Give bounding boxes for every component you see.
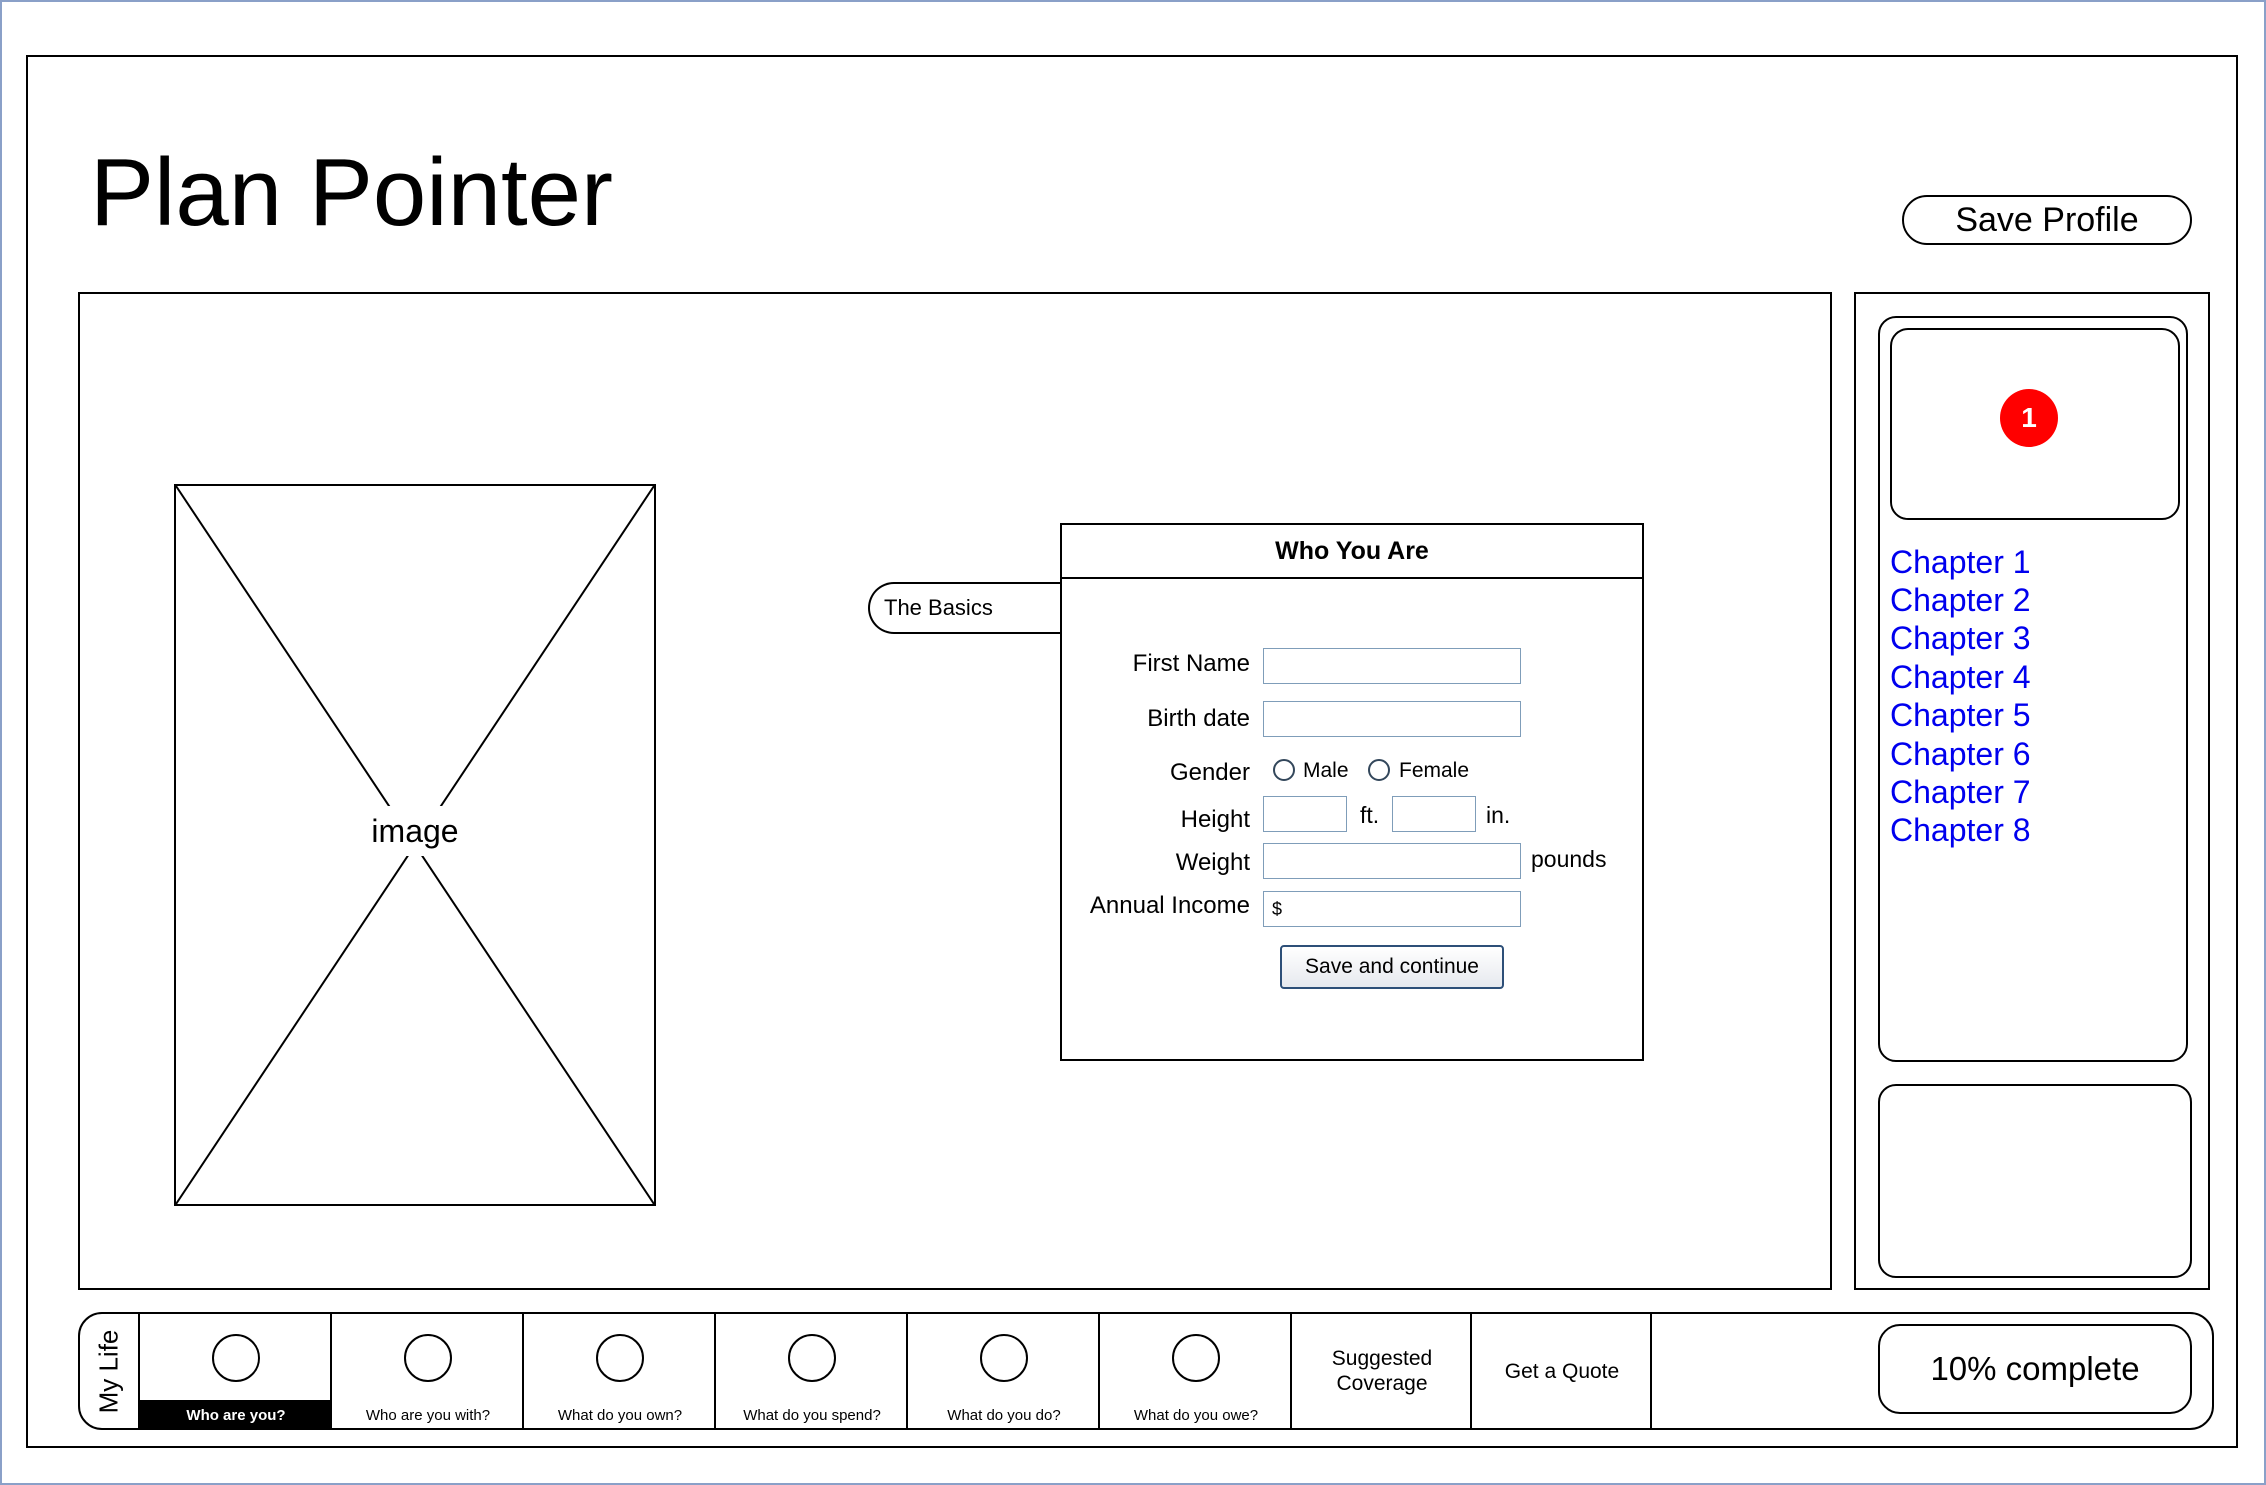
height-feet-unit: ft.: [1360, 802, 1380, 828]
step-label: What do you own?: [557, 1406, 683, 1424]
step-status-circle: [404, 1334, 452, 1382]
annual-income-label: Annual Income: [1089, 892, 1250, 919]
step-who-are-you-with[interactable]: Who are you with?: [330, 1312, 524, 1430]
step-label: Who are you with?: [365, 1406, 491, 1424]
notification-badge: 1: [2000, 389, 2058, 447]
step-get-a-quote[interactable]: Get a Quote: [1470, 1312, 1652, 1430]
step-what-do-you-owe[interactable]: What do you owe?: [1098, 1312, 1292, 1430]
step-label: What do you do?: [947, 1406, 1061, 1424]
form-header: Who You Are: [1062, 525, 1642, 579]
app-title: Plan Pointer: [90, 139, 613, 246]
chapter-link-7[interactable]: Chapter 7: [1890, 773, 2031, 811]
step-label: What do you spend?: [743, 1406, 881, 1424]
weight-field[interactable]: [1263, 843, 1521, 879]
completion-percent: 10% complete: [1878, 1324, 2192, 1414]
height-feet-field[interactable]: [1263, 796, 1347, 832]
step-label: What do you owe?: [1133, 1406, 1259, 1424]
my-life-text: My Life: [93, 1329, 124, 1413]
progress-divider: [1650, 1312, 1652, 1430]
first-name-field[interactable]: [1263, 648, 1521, 684]
get-a-quote-label: Get a Quote: [1504, 1359, 1620, 1383]
height-label: Height: [1180, 806, 1250, 833]
step-status-circle: [788, 1334, 836, 1382]
side-bottom-card: [1878, 1084, 2192, 1278]
step-status-circle: [596, 1334, 644, 1382]
tab-the-basics[interactable]: The Basics: [868, 582, 1064, 634]
gender-female-radio[interactable]: [1368, 759, 1390, 781]
step-suggested-coverage[interactable]: Suggested Coverage: [1290, 1312, 1472, 1430]
step-what-do-you-do[interactable]: What do you do?: [906, 1312, 1100, 1430]
currency-prefix: $: [1272, 898, 1283, 919]
chapter-link-5[interactable]: Chapter 5: [1890, 696, 2031, 734]
save-and-continue-button[interactable]: Save and continue: [1280, 945, 1504, 989]
image-placeholder-label: image: [340, 806, 490, 856]
my-life-label: My Life: [80, 1314, 138, 1428]
step-status-circle: [212, 1334, 260, 1382]
step-label: Who are you?: [140, 1400, 332, 1430]
first-name-label: First Name: [1132, 650, 1250, 677]
birth-date-label: Birth date: [1147, 705, 1250, 732]
suggested-coverage-label: Suggested Coverage: [1331, 1347, 1433, 1395]
chapter-link-8[interactable]: Chapter 8: [1890, 811, 2031, 849]
gender-male-radio[interactable]: [1273, 759, 1295, 781]
chapter-link-1[interactable]: Chapter 1: [1890, 543, 2031, 581]
birth-date-field[interactable]: [1263, 701, 1521, 737]
weight-label: Weight: [1175, 849, 1250, 876]
weight-unit: pounds: [1531, 846, 1607, 872]
chapter-link-2[interactable]: Chapter 2: [1890, 581, 2031, 619]
chapter-link-4[interactable]: Chapter 4: [1890, 658, 2031, 696]
height-inches-unit: in.: [1486, 802, 1511, 828]
chapter-link-6[interactable]: Chapter 6: [1890, 735, 2031, 773]
step-who-are-you[interactable]: Who are you?: [138, 1312, 332, 1430]
step-status-circle: [1172, 1334, 1220, 1382]
annual-income-field[interactable]: $: [1263, 891, 1521, 927]
step-what-do-you-spend[interactable]: What do you spend?: [714, 1312, 908, 1430]
gender-male-label: Male: [1303, 759, 1349, 782]
gender-label: Gender: [1169, 759, 1250, 786]
step-status-circle: [980, 1334, 1028, 1382]
height-inches-field[interactable]: [1392, 796, 1476, 832]
chapter-link-3[interactable]: Chapter 3: [1890, 619, 2031, 657]
gender-female-label: Female: [1399, 759, 1470, 782]
step-what-do-you-own[interactable]: What do you own?: [522, 1312, 716, 1430]
save-profile-button[interactable]: Save Profile: [1902, 195, 2192, 245]
